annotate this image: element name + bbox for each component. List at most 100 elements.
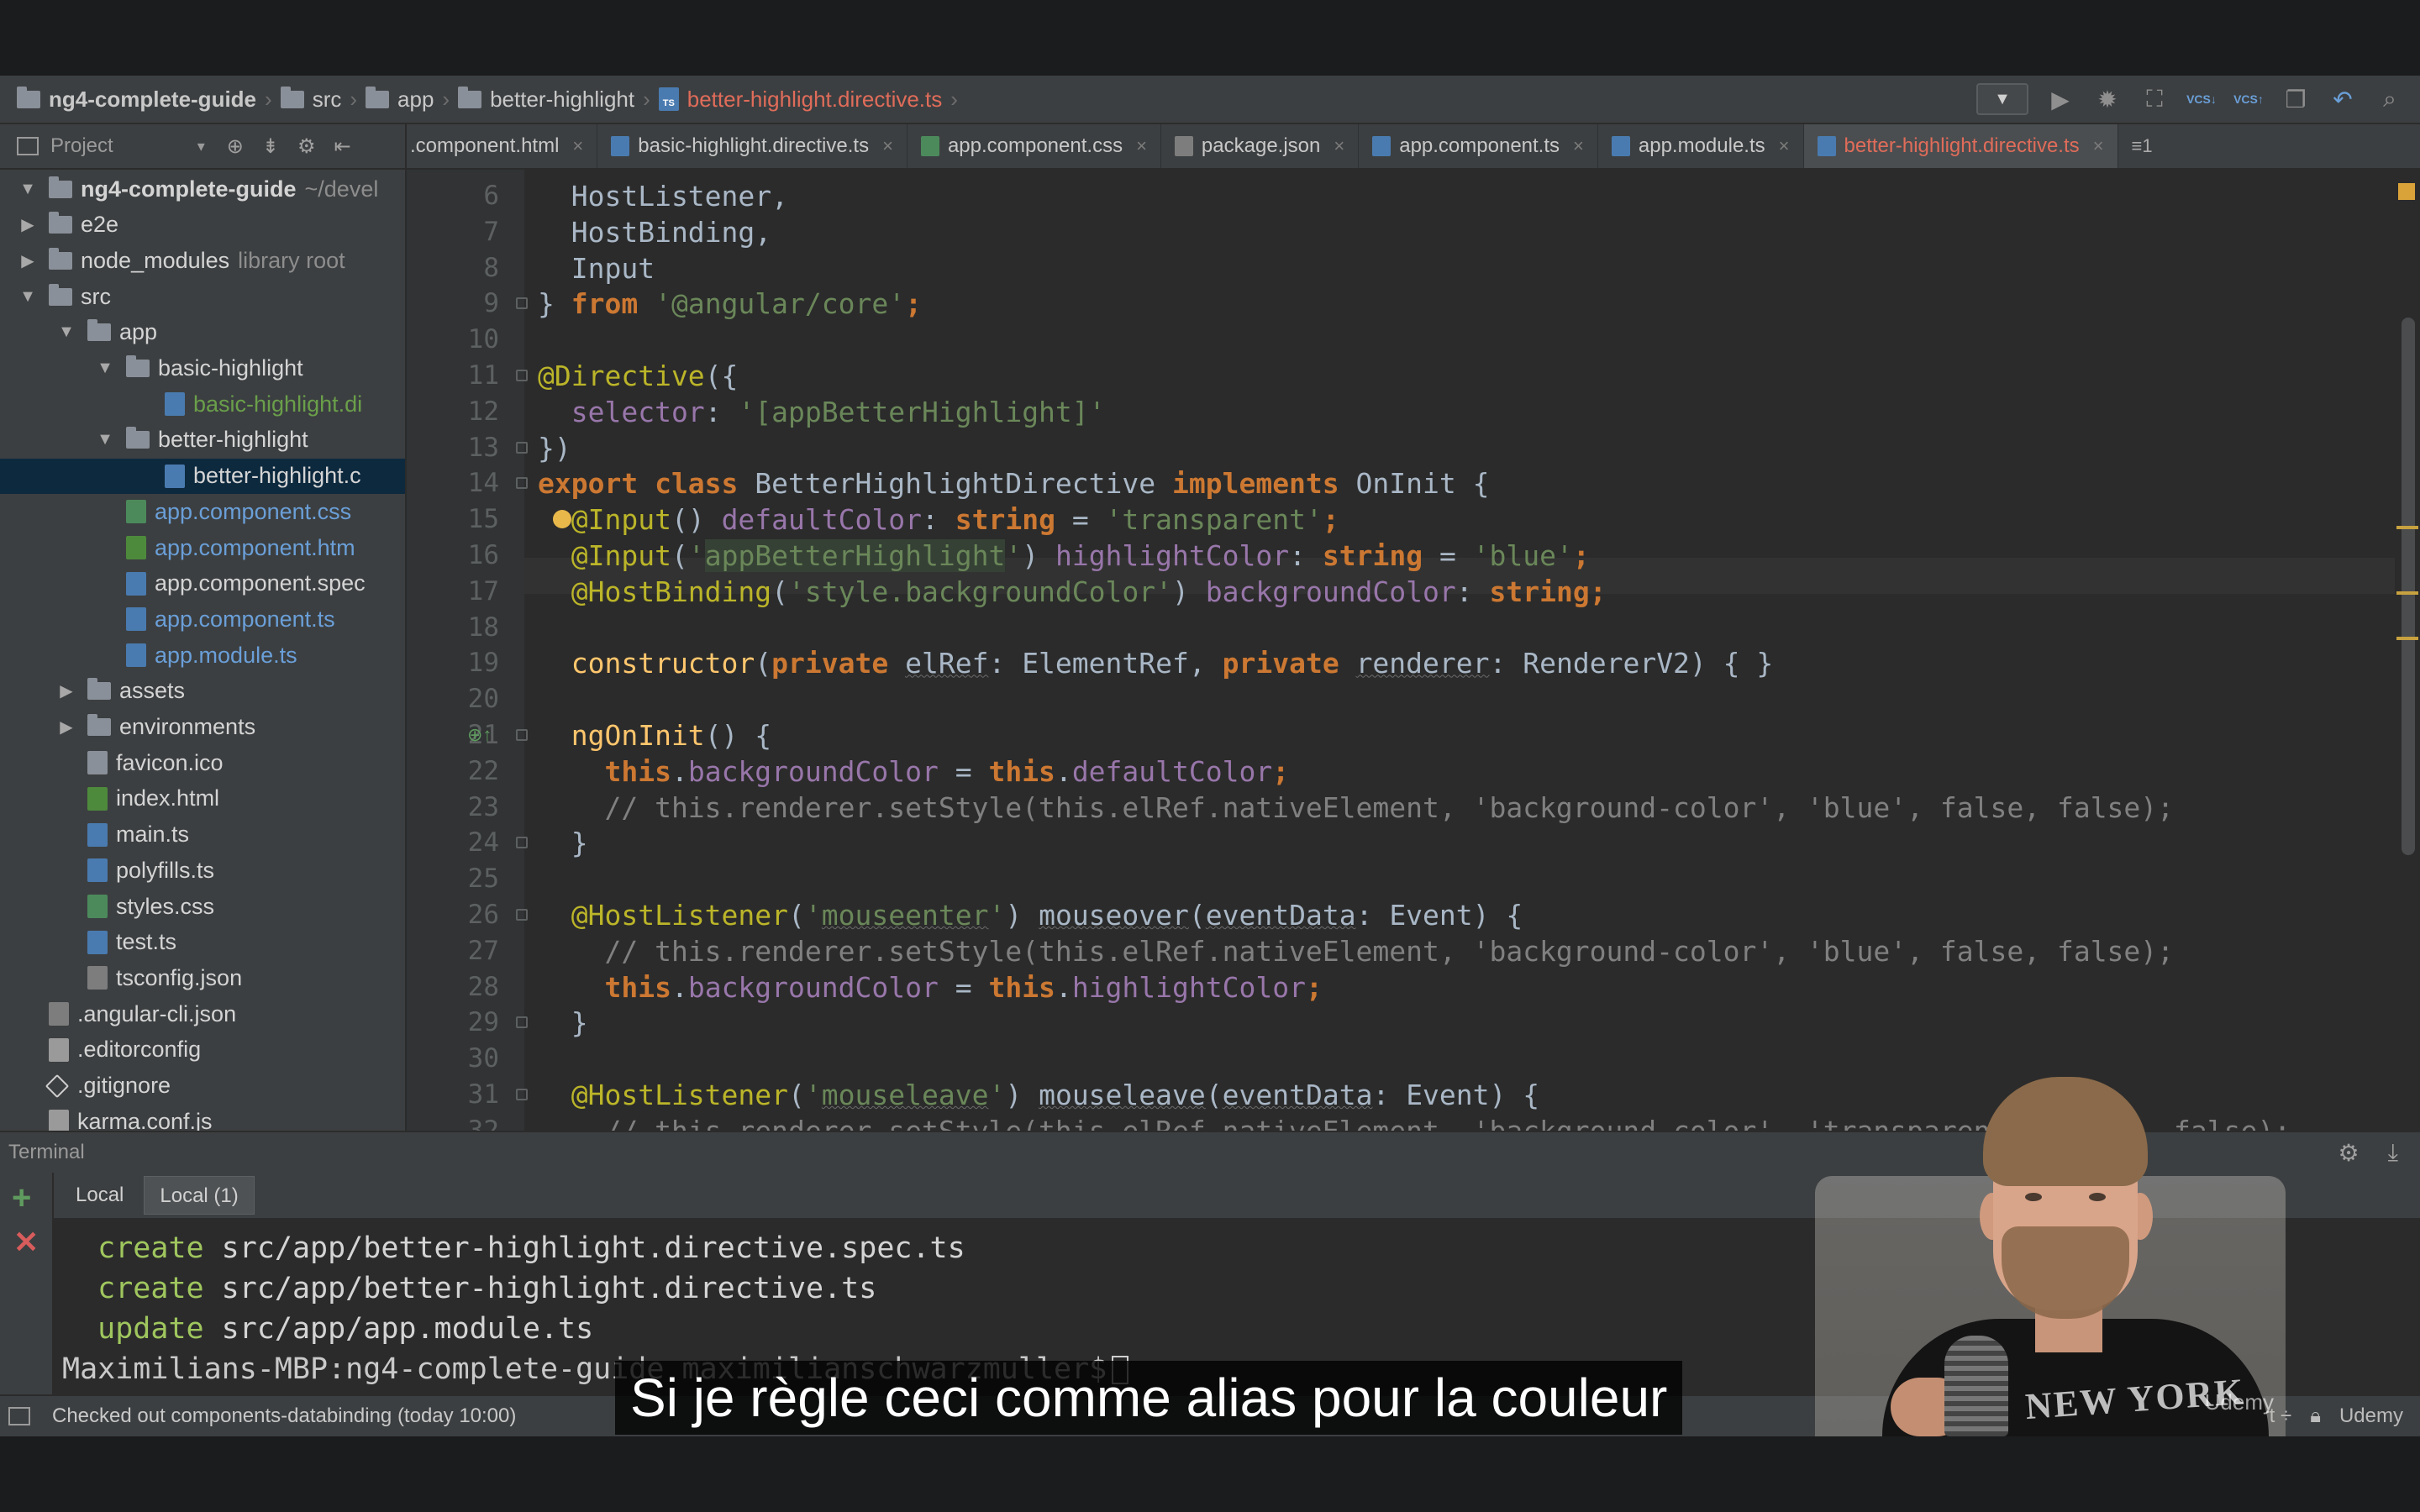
- expand-closed-icon[interactable]: ▶: [57, 680, 76, 701]
- terminal-tab-local[interactable]: Local: [60, 1176, 139, 1215]
- code-editor[interactable]: 6 7 8 9 10 11 12 13 14 15 16 17 18 19 20 21 22 23 24 25 26 27…: [407, 170, 2420, 1131]
- tree-file[interactable]: tsconfig.json: [0, 960, 405, 995]
- vcs-commit-icon[interactable]: VCS↑: [2233, 84, 2264, 114]
- gear-icon[interactable]: ⚙: [2338, 1139, 2360, 1167]
- tab-better-highlight-directive[interactable]: better-highlight.directive.ts ×: [1803, 124, 2118, 168]
- expand-open-icon[interactable]: ▼: [96, 430, 114, 449]
- tree-file[interactable]: app.component.ts: [0, 601, 405, 637]
- breadcrumb-item-current[interactable]: TS better-highlight.directive.ts ›: [658, 87, 958, 113]
- fold-marker-icon[interactable]: [516, 1089, 528, 1100]
- close-icon[interactable]: ×: [1136, 135, 1147, 157]
- tree-folder[interactable]: ▼ better-highlight: [0, 423, 405, 458]
- tree-item-label: assets: [119, 678, 186, 704]
- tree-folder[interactable]: ▶ environments: [0, 710, 405, 745]
- close-icon[interactable]: ×: [1779, 135, 1790, 157]
- implements-marker-icon[interactable]: ⊕↑: [467, 724, 492, 746]
- fold-marker-icon[interactable]: [516, 837, 528, 849]
- tree-file[interactable]: favicon.ico: [0, 745, 405, 780]
- terminal-tab-local-1[interactable]: Local (1): [144, 1176, 255, 1215]
- expand-closed-icon[interactable]: ▶: [18, 250, 37, 271]
- tree-file[interactable]: app.component.css: [0, 494, 405, 529]
- code-area[interactable]: HostListener, HostBinding, Input} from '…: [538, 170, 2395, 1131]
- expand-open-icon[interactable]: ▼: [96, 359, 114, 378]
- expand-open-icon[interactable]: ▼: [18, 287, 37, 307]
- tree-folder[interactable]: ▼ ng4-complete-guide ~/devel: [0, 171, 405, 207]
- tree-file[interactable]: app.component.htm: [0, 530, 405, 565]
- tab-basic-highlight-directive[interactable]: basic-highlight.directive.ts ×: [597, 124, 908, 168]
- fold-marker-icon[interactable]: [516, 441, 528, 454]
- undo-icon[interactable]: ↶: [2328, 84, 2358, 114]
- scrollbar-thumb[interactable]: [2402, 318, 2415, 855]
- code-token: ': [988, 1079, 1006, 1111]
- close-icon[interactable]: ×: [2093, 135, 2104, 157]
- coverage-icon[interactable]: ⛶: [2139, 84, 2170, 114]
- chevron-down-icon[interactable]: ▾: [197, 138, 205, 155]
- tree-folder[interactable]: ▶ assets: [0, 674, 405, 709]
- fold-marker-icon[interactable]: [516, 297, 528, 310]
- tree-file[interactable]: .angular-cli.json: [0, 996, 405, 1032]
- tree-file[interactable]: .gitignore: [0, 1068, 405, 1104]
- target-icon[interactable]: ⊕: [227, 134, 244, 159]
- collapse-icon[interactable]: ⇟: [262, 134, 279, 159]
- tree-file[interactable]: .editorconfig: [0, 1032, 405, 1068]
- tab-package-json[interactable]: package.json ×: [1161, 124, 1360, 168]
- tree-folder[interactable]: ▼ basic-highlight: [0, 351, 405, 386]
- lock-icon[interactable]: 🔒︎: [2310, 1404, 2321, 1428]
- close-icon[interactable]: ×: [1573, 135, 1584, 157]
- debug-icon[interactable]: ✹: [2092, 84, 2123, 114]
- tree-item-label: .angular-cli.json: [77, 1000, 237, 1026]
- close-icon[interactable]: ×: [882, 135, 893, 157]
- expand-open-icon[interactable]: ▼: [57, 323, 76, 342]
- new-session-icon[interactable]: +: [12, 1179, 31, 1217]
- fold-marker-icon[interactable]: [516, 1016, 528, 1029]
- expand-closed-icon[interactable]: ▶: [18, 214, 37, 235]
- microphone-icon: [1944, 1336, 2008, 1436]
- tree-file[interactable]: styles.css: [0, 889, 405, 924]
- editor-scrollbar[interactable]: [2395, 170, 2420, 1131]
- code-token: defaultColor: [721, 503, 922, 537]
- tree-file[interactable]: app.component.spec: [0, 566, 405, 601]
- tree-file[interactable]: main.ts: [0, 817, 405, 853]
- project-panel-label[interactable]: Project: [50, 134, 113, 158]
- folder-icon: [49, 283, 72, 306]
- tree-file[interactable]: better-highlight.c: [0, 458, 405, 494]
- tree-file[interactable]: test.ts: [0, 925, 405, 960]
- tab-app-component-html[interactable]: .component.html ×: [407, 124, 598, 168]
- tree-file[interactable]: polyfills.ts: [0, 853, 405, 888]
- breadcrumb-item[interactable]: ng4-complete-guide ›: [17, 86, 272, 113]
- close-session-icon[interactable]: ✕: [13, 1225, 39, 1260]
- tabs-overflow-button[interactable]: ≡1: [2118, 124, 2166, 168]
- gear-icon[interactable]: ⚙: [297, 134, 316, 159]
- close-icon[interactable]: ×: [572, 135, 583, 157]
- tree-folder[interactable]: ▼ src: [0, 279, 405, 314]
- run-icon[interactable]: ▶: [2045, 84, 2075, 114]
- hide-panel-icon[interactable]: ⇤: [334, 134, 350, 159]
- expand-open-icon[interactable]: ▼: [18, 180, 37, 199]
- run-configuration-dropdown[interactable]: ▼: [1976, 83, 2028, 115]
- breadcrumb-item[interactable]: better-highlight ›: [458, 86, 650, 113]
- fold-marker-icon[interactable]: [516, 729, 528, 741]
- vcs-update-icon[interactable]: VCS↓: [2186, 84, 2217, 114]
- tab-app-component-ts[interactable]: app.component.ts ×: [1359, 124, 1598, 168]
- compare-icon[interactable]: ❐: [2281, 84, 2311, 114]
- tree-folder[interactable]: ▶ e2e: [0, 207, 405, 243]
- tree-folder[interactable]: ▶ node_modules library root: [0, 243, 405, 278]
- fold-marker-icon[interactable]: [516, 909, 528, 921]
- fold-marker-icon[interactable]: [516, 370, 528, 381]
- tree-file[interactable]: basic-highlight.di: [0, 386, 405, 422]
- breadcrumb-item[interactable]: app ›: [366, 86, 450, 113]
- tree-folder[interactable]: ▼ app: [0, 315, 405, 350]
- tree-file[interactable]: index.html: [0, 781, 405, 816]
- search-icon[interactable]: ⌕: [2375, 84, 2405, 114]
- tool-windows-icon[interactable]: [8, 1407, 30, 1425]
- breadcrumb-item[interactable]: src ›: [280, 86, 357, 113]
- tab-app-module-ts[interactable]: app.module.ts ×: [1598, 124, 1804, 168]
- fold-marker-icon[interactable]: [516, 477, 528, 490]
- hide-icon[interactable]: ⤓: [2388, 1139, 2398, 1167]
- tree-file[interactable]: app.module.ts: [0, 638, 405, 673]
- chevron-right-icon: ›: [643, 86, 650, 112]
- tab-app-component-css[interactable]: app.component.css ×: [908, 124, 1161, 168]
- expand-closed-icon[interactable]: ▶: [57, 717, 76, 738]
- tree-file[interactable]: karma.conf.js: [0, 1104, 405, 1131]
- close-icon[interactable]: ×: [1334, 135, 1344, 157]
